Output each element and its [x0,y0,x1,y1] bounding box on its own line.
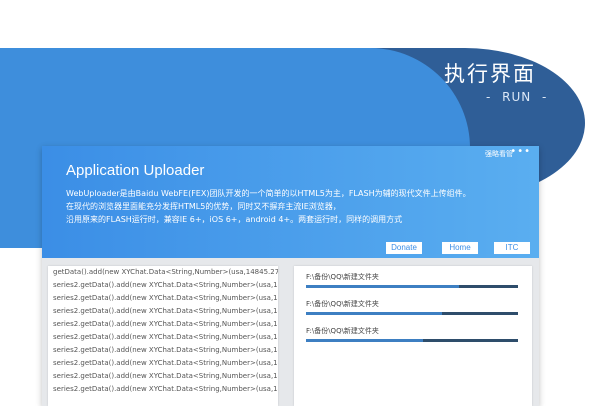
code-line: series2.getData().add(new XYChat.Data<St… [53,359,278,367]
code-line: series2.getData().add(new XYChat.Data<St… [53,294,278,302]
app-window: 强略看管 ••• Application Uploader WebUploade… [42,146,539,406]
upload-panel: F:\备份\QQ\新建文件夹 F:\备份\QQ\新建文件夹 F:\备份\QQ\新… [294,266,532,406]
code-line: getData().add(new XYChat.Data<String,Num… [53,268,278,276]
code-line: series2.getData().add(new XYChat.Data<St… [53,385,278,393]
home-button[interactable]: Home [442,242,478,254]
code-panel[interactable]: getData().add(new XYChat.Data<String,Num… [48,266,278,406]
itc-button[interactable]: ITC [494,242,530,254]
code-line: series2.getData().add(new XYChat.Data<St… [53,281,278,289]
code-line: series2.getData().add(new XYChat.Data<St… [53,372,278,380]
code-line: series2.getData().add(new XYChat.Data<St… [53,307,278,315]
hero-subtitle: - RUN - [486,90,548,104]
upload-progress-bar [306,312,518,315]
upload-progress-bar [306,285,518,288]
upload-item[interactable]: F:\备份\QQ\新建文件夹 [306,299,518,315]
hero-title: 执行界面 [444,62,536,86]
description-line: 沿用原来的FLASH运行时，兼容IE 6+，iOS 6+，android 4+。… [66,215,403,224]
description-line: WebUploader是由Baidu WebFE(FEX)团队开发的一个简单的以… [66,189,471,198]
app-header: 强略看管 ••• Application Uploader WebUploade… [42,146,539,258]
code-line: series2.getData().add(new XYChat.Data<St… [53,320,278,328]
upload-file-path: F:\备份\QQ\新建文件夹 [306,273,379,281]
description-line: 在现代的浏览器里面能充分发挥HTML5的优势，同时又不摒弃主流IE浏览器， [66,202,341,211]
header-tag: 强略看管 [485,150,513,158]
upload-item[interactable]: F:\备份\QQ\新建文件夹 [306,272,518,288]
app-title: Application Uploader [66,162,205,179]
upload-file-path: F:\备份\QQ\新建文件夹 [306,327,379,335]
code-line: series2.getData().add(new XYChat.Data<St… [53,333,278,341]
upload-progress-fill [306,339,423,342]
upload-file-path: F:\备份\QQ\新建文件夹 [306,300,379,308]
upload-progress-fill [306,285,459,288]
upload-progress-fill [306,312,442,315]
upload-progress-bar [306,339,518,342]
app-description: WebUploader是由Baidu WebFE(FEX)团队开发的一个简单的以… [66,187,526,226]
more-icon[interactable]: ••• [510,146,531,157]
code-line: series2.getData().add(new XYChat.Data<St… [53,346,278,354]
upload-item[interactable]: F:\备份\QQ\新建文件夹 [306,326,518,342]
donate-button[interactable]: Donate [386,242,422,254]
